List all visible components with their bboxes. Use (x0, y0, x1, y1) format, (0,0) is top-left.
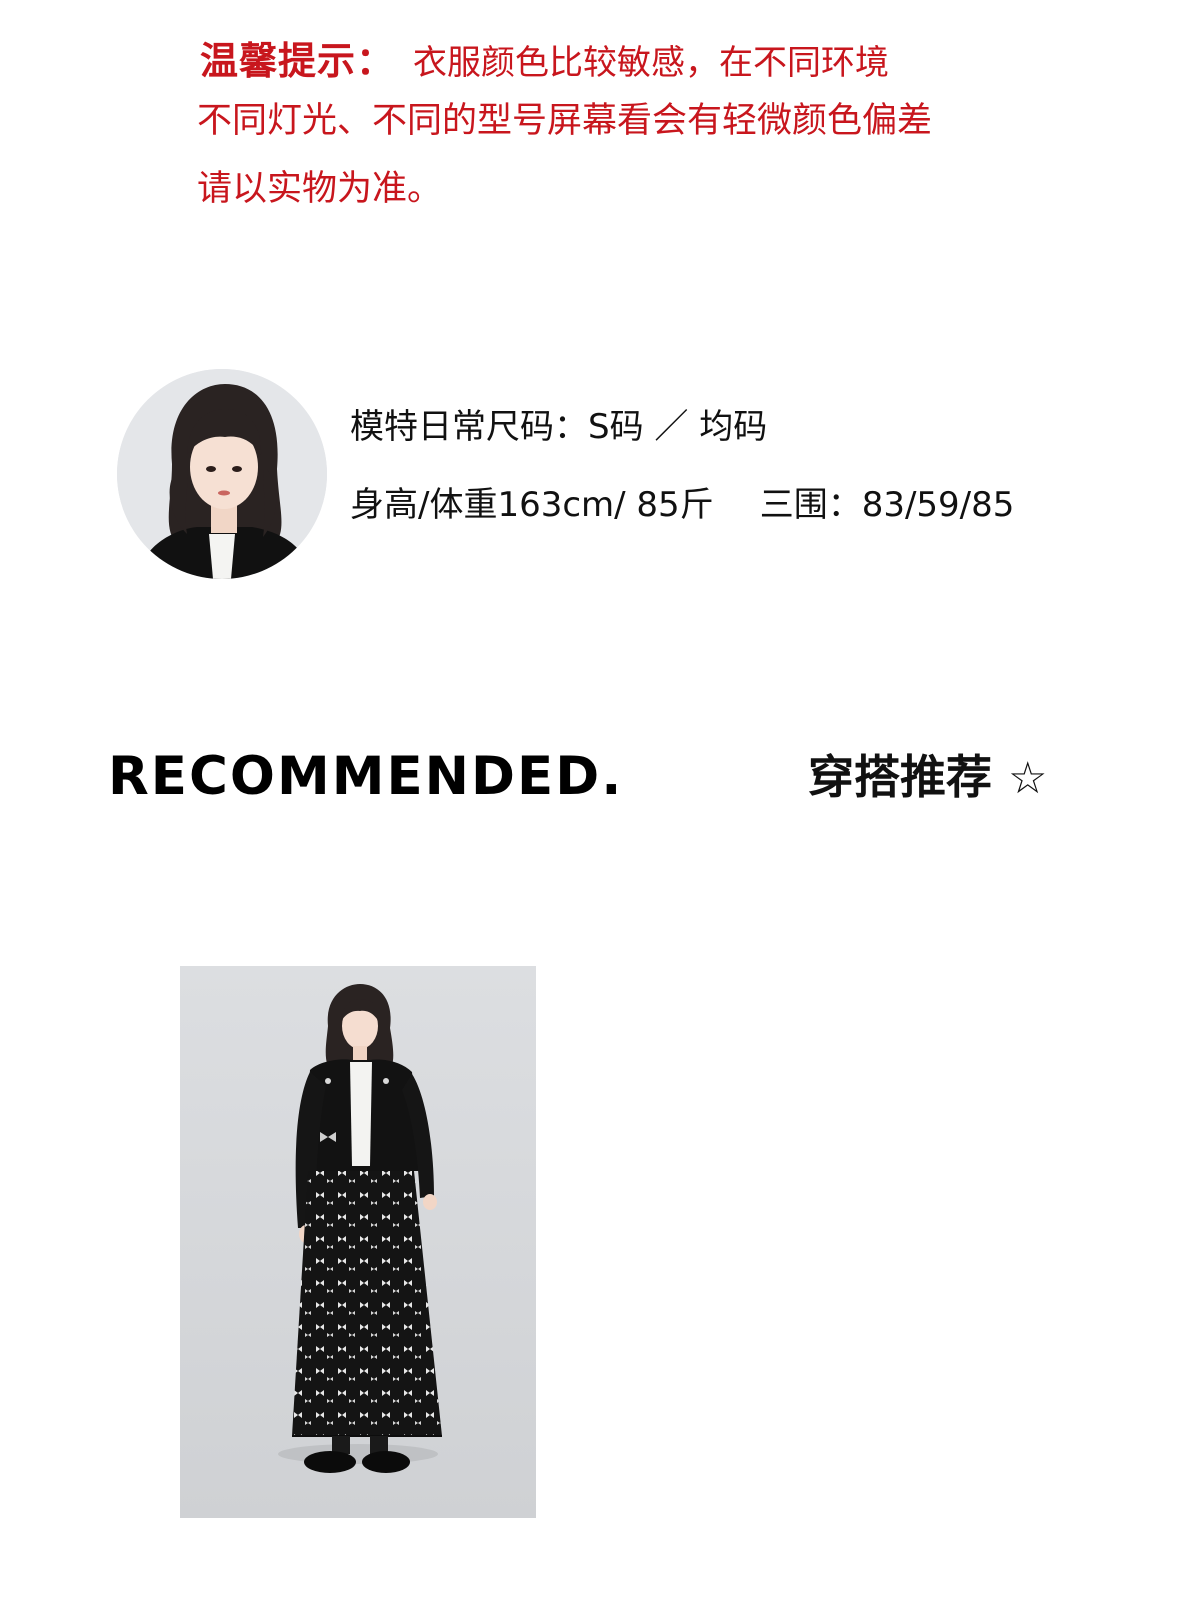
recommended-heading-cn: 穿搭推荐 ☆ (808, 745, 1047, 811)
recommended-heading: RECOMMENDED. (108, 746, 624, 807)
outfit-photo (180, 966, 536, 1518)
model-height-weight: 身高/体重163cm/ 85斤 (350, 485, 714, 525)
model-portrait-icon (117, 369, 327, 579)
notice-line-1: 温馨提示： 衣服颜色比较敏感，在不同环境 (200, 38, 889, 84)
model-measurements: 三围：83/59/85 (759, 485, 1015, 525)
notice-text-1: 衣服颜色比较敏感，在不同环境 (413, 43, 890, 83)
recommended-cn-text: 穿搭推荐 (808, 750, 992, 804)
notice-title: 温馨提示： (200, 39, 396, 83)
model-avatar (117, 369, 327, 579)
notice-text-3: 请以实物为准。 (197, 169, 443, 209)
star-icon: ☆ (1008, 753, 1048, 804)
outfit-photo-icon (180, 966, 536, 1518)
notice-text-2: 不同灯光、不同的型号屏幕看会有轻微颜色偏差 (197, 101, 933, 141)
model-stats: 身高/体重163cm/ 85斤 三围：83/59/85 (350, 482, 1014, 528)
model-size-info: 模特日常尺码：S码 ／ 均码 (350, 407, 768, 447)
